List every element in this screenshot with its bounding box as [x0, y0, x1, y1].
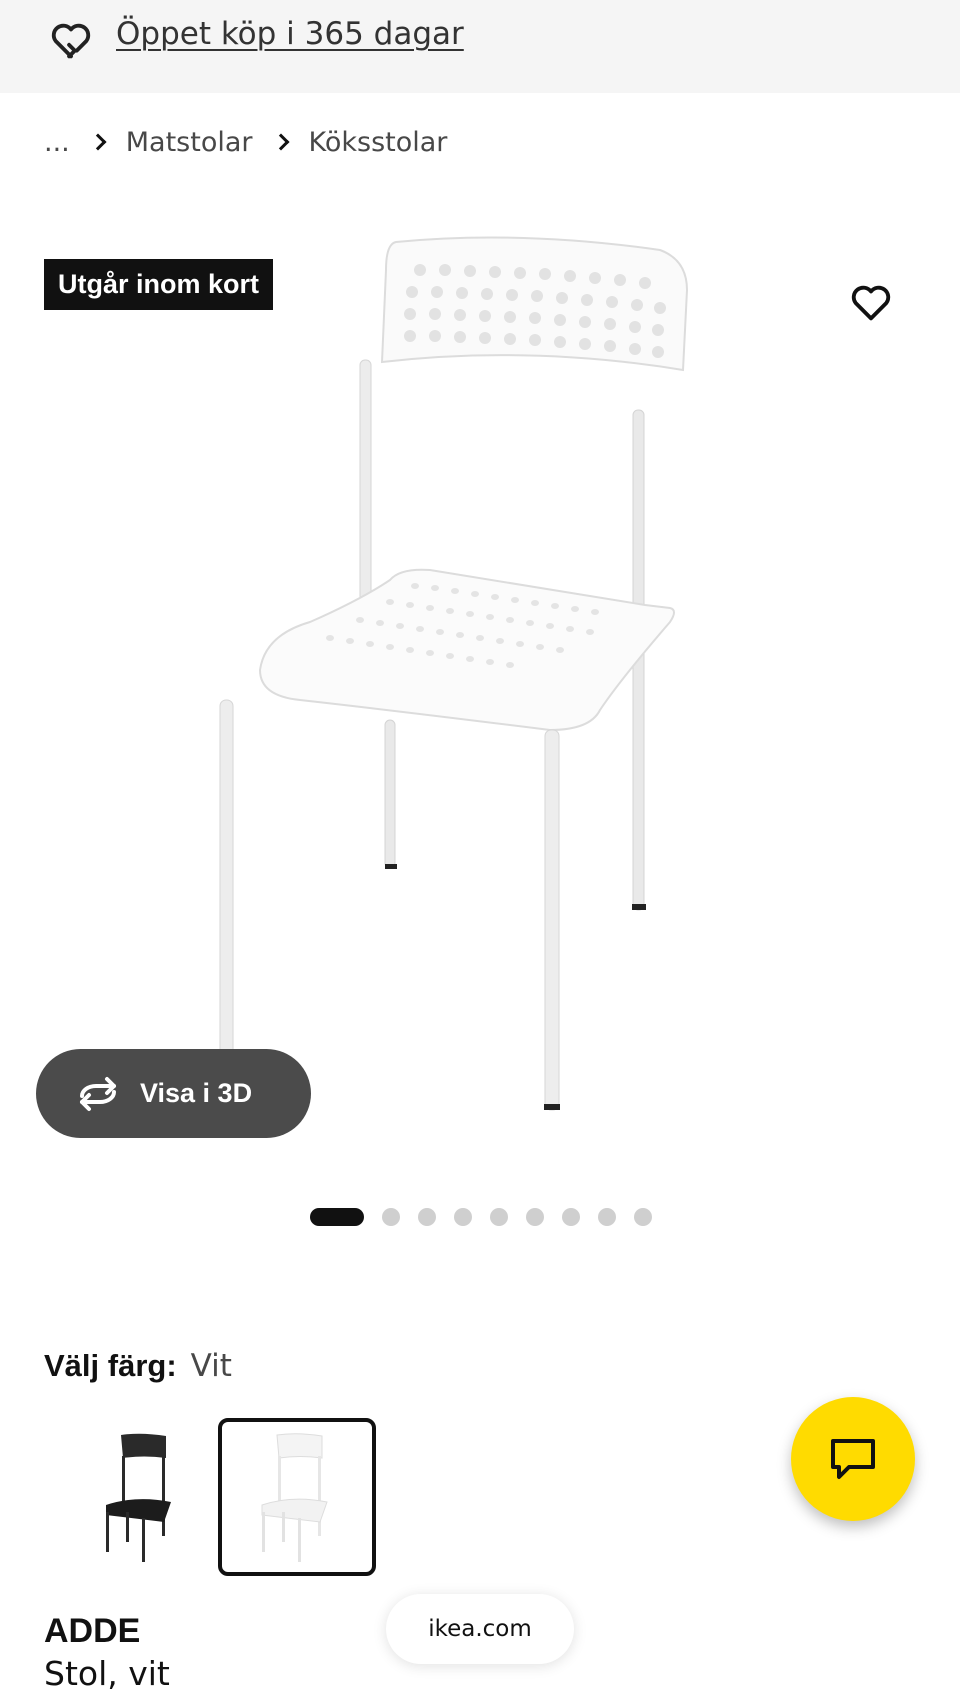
- chat-bubble-icon: [831, 1439, 875, 1479]
- color-selector-heading: Välj färg: Vit: [44, 1348, 232, 1384]
- carousel-dot[interactable]: [634, 1208, 652, 1226]
- color-swatch-black[interactable]: [62, 1418, 220, 1576]
- chevron-right-icon: [89, 133, 107, 151]
- product-gallery[interactable]: Utgår inom kort Visa i 3D: [0, 200, 960, 1190]
- product-name: ADDE: [44, 1612, 141, 1650]
- breadcrumb-item-koksstolar[interactable]: Köksstolar: [309, 127, 448, 158]
- status-badge: Utgår inom kort: [44, 259, 274, 310]
- view-in-3d-label: Visa i 3D: [140, 1078, 253, 1108]
- chat-button[interactable]: [791, 1397, 915, 1521]
- product-image: [219, 236, 689, 1111]
- white-chair-thumbnail: [261, 1432, 328, 1562]
- color-swatch-white[interactable]: [218, 1418, 376, 1576]
- browser-url-pill[interactable]: ikea.com: [386, 1594, 574, 1664]
- promo-link[interactable]: Öppet köp i 365 dagar: [116, 16, 464, 52]
- carousel-dot[interactable]: [490, 1208, 508, 1226]
- promo-bar: Öppet köp i 365 dagar: [0, 0, 960, 93]
- color-value: Vit: [190, 1348, 232, 1384]
- heart-icon[interactable]: [848, 280, 894, 326]
- carousel-dot[interactable]: [310, 1208, 364, 1226]
- carousel-dot[interactable]: [382, 1208, 400, 1226]
- carousel-indicator: [310, 1208, 670, 1226]
- view-in-3d-button[interactable]: Visa i 3D: [36, 1049, 311, 1138]
- carousel-dot[interactable]: [526, 1208, 544, 1226]
- rotate-arrows-icon: [80, 1076, 116, 1111]
- chevron-right-icon: [272, 133, 289, 151]
- carousel-dot[interactable]: [598, 1208, 616, 1226]
- breadcrumb-ellipsis[interactable]: ...: [44, 127, 70, 158]
- black-chair-thumbnail: [106, 1433, 171, 1562]
- product-description: Stol, vit: [44, 1654, 170, 1693]
- breadcrumb-item-matstolar[interactable]: Matstolar: [126, 127, 253, 158]
- breadcrumb: ... Matstolar Köksstolar: [44, 122, 447, 162]
- return-heart-icon: [51, 23, 91, 59]
- color-label: Välj färg:: [44, 1348, 177, 1383]
- carousel-dot[interactable]: [454, 1208, 472, 1226]
- carousel-dot[interactable]: [418, 1208, 436, 1226]
- carousel-dot[interactable]: [562, 1208, 580, 1226]
